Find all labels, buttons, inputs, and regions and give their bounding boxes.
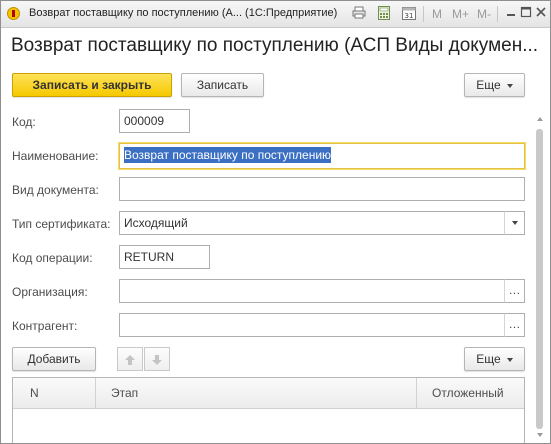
chevron-down-icon bbox=[506, 357, 513, 362]
table-more-button[interactable]: Еще bbox=[464, 347, 525, 371]
svg-text:31: 31 bbox=[405, 12, 414, 20]
organization-field[interactable] bbox=[119, 279, 505, 303]
name-label: Наименование: bbox=[12, 149, 99, 163]
add-row-button[interactable]: Добавить bbox=[12, 347, 96, 371]
title-bar: Возврат поставщику по поступлению (А... … bbox=[1, 1, 550, 28]
table-more-button-label: Еще bbox=[476, 352, 501, 366]
toolbar-separator bbox=[423, 6, 424, 22]
memory-plus-button[interactable]: M+ bbox=[452, 6, 469, 22]
more-button[interactable]: Еще bbox=[464, 73, 525, 97]
move-up-button[interactable] bbox=[117, 347, 143, 371]
more-button-label: Еще bbox=[476, 78, 501, 92]
stages-table[interactable]: N Этап Отложенный bbox=[12, 377, 525, 443]
window-title: Возврат поставщику по поступлению (А... … bbox=[29, 7, 338, 19]
ellipsis-icon: … bbox=[508, 317, 521, 331]
code-label: Код: bbox=[12, 115, 36, 129]
doc-type-field[interactable] bbox=[119, 177, 525, 201]
cert-type-dropdown-button[interactable] bbox=[504, 211, 525, 235]
minimize-icon[interactable] bbox=[503, 6, 519, 21]
scroll-down-icon[interactable] bbox=[537, 433, 543, 437]
memory-minus-button[interactable]: M- bbox=[477, 6, 491, 22]
app-logo-icon[interactable] bbox=[7, 7, 20, 20]
form-scrollbar[interactable] bbox=[533, 113, 547, 443]
scrollbar-thumb[interactable] bbox=[536, 129, 543, 429]
maximize-icon[interactable] bbox=[518, 6, 534, 21]
organization-choose-button[interactable]: … bbox=[504, 279, 525, 303]
column-header-n[interactable]: N bbox=[30, 378, 39, 408]
name-field-value: Возврат поставщику по поступлению bbox=[124, 147, 332, 163]
form-window: Возврат поставщику по поступлению (А... … bbox=[0, 0, 551, 444]
code-field[interactable]: 000009 bbox=[119, 109, 190, 133]
table-header: N Этап Отложенный bbox=[13, 378, 524, 409]
column-divider bbox=[416, 378, 417, 408]
op-code-field[interactable]: RETURN bbox=[119, 245, 210, 269]
save-and-close-button[interactable]: Записать и закрыть bbox=[12, 73, 172, 97]
organization-label: Организация: bbox=[12, 285, 88, 299]
doc-type-label: Вид документа: bbox=[12, 183, 99, 197]
column-header-stage[interactable]: Этап bbox=[111, 378, 138, 408]
counterparty-choose-button[interactable]: … bbox=[504, 313, 525, 337]
counterparty-field[interactable] bbox=[119, 313, 505, 337]
ellipsis-icon: … bbox=[508, 283, 521, 297]
memory-m-button[interactable]: M bbox=[432, 6, 442, 22]
toolbar-separator bbox=[497, 6, 498, 22]
print-icon[interactable] bbox=[351, 6, 367, 21]
counterparty-label: Контрагент: bbox=[12, 319, 78, 333]
move-down-button[interactable] bbox=[144, 347, 170, 371]
arrow-up-icon bbox=[125, 355, 135, 365]
save-button[interactable]: Записать bbox=[181, 73, 264, 97]
name-field[interactable]: Возврат поставщику по поступлению bbox=[119, 143, 525, 169]
calculator-icon[interactable] bbox=[376, 6, 392, 21]
chevron-down-icon bbox=[506, 83, 513, 88]
cert-type-select[interactable]: Исходящий bbox=[119, 211, 505, 235]
column-header-deferred[interactable]: Отложенный bbox=[432, 378, 504, 408]
form-title: Возврат поставщику по поступлению (АСП В… bbox=[11, 35, 539, 56]
column-divider bbox=[95, 378, 96, 408]
op-code-label: Код операции: bbox=[12, 251, 93, 265]
chevron-down-icon bbox=[511, 220, 518, 225]
close-icon[interactable] bbox=[533, 6, 549, 21]
cert-type-label: Тип сертификата: bbox=[12, 217, 111, 231]
calendar-icon[interactable]: 31 bbox=[401, 6, 417, 21]
scroll-up-icon[interactable] bbox=[537, 117, 543, 121]
arrow-down-icon bbox=[152, 355, 162, 365]
